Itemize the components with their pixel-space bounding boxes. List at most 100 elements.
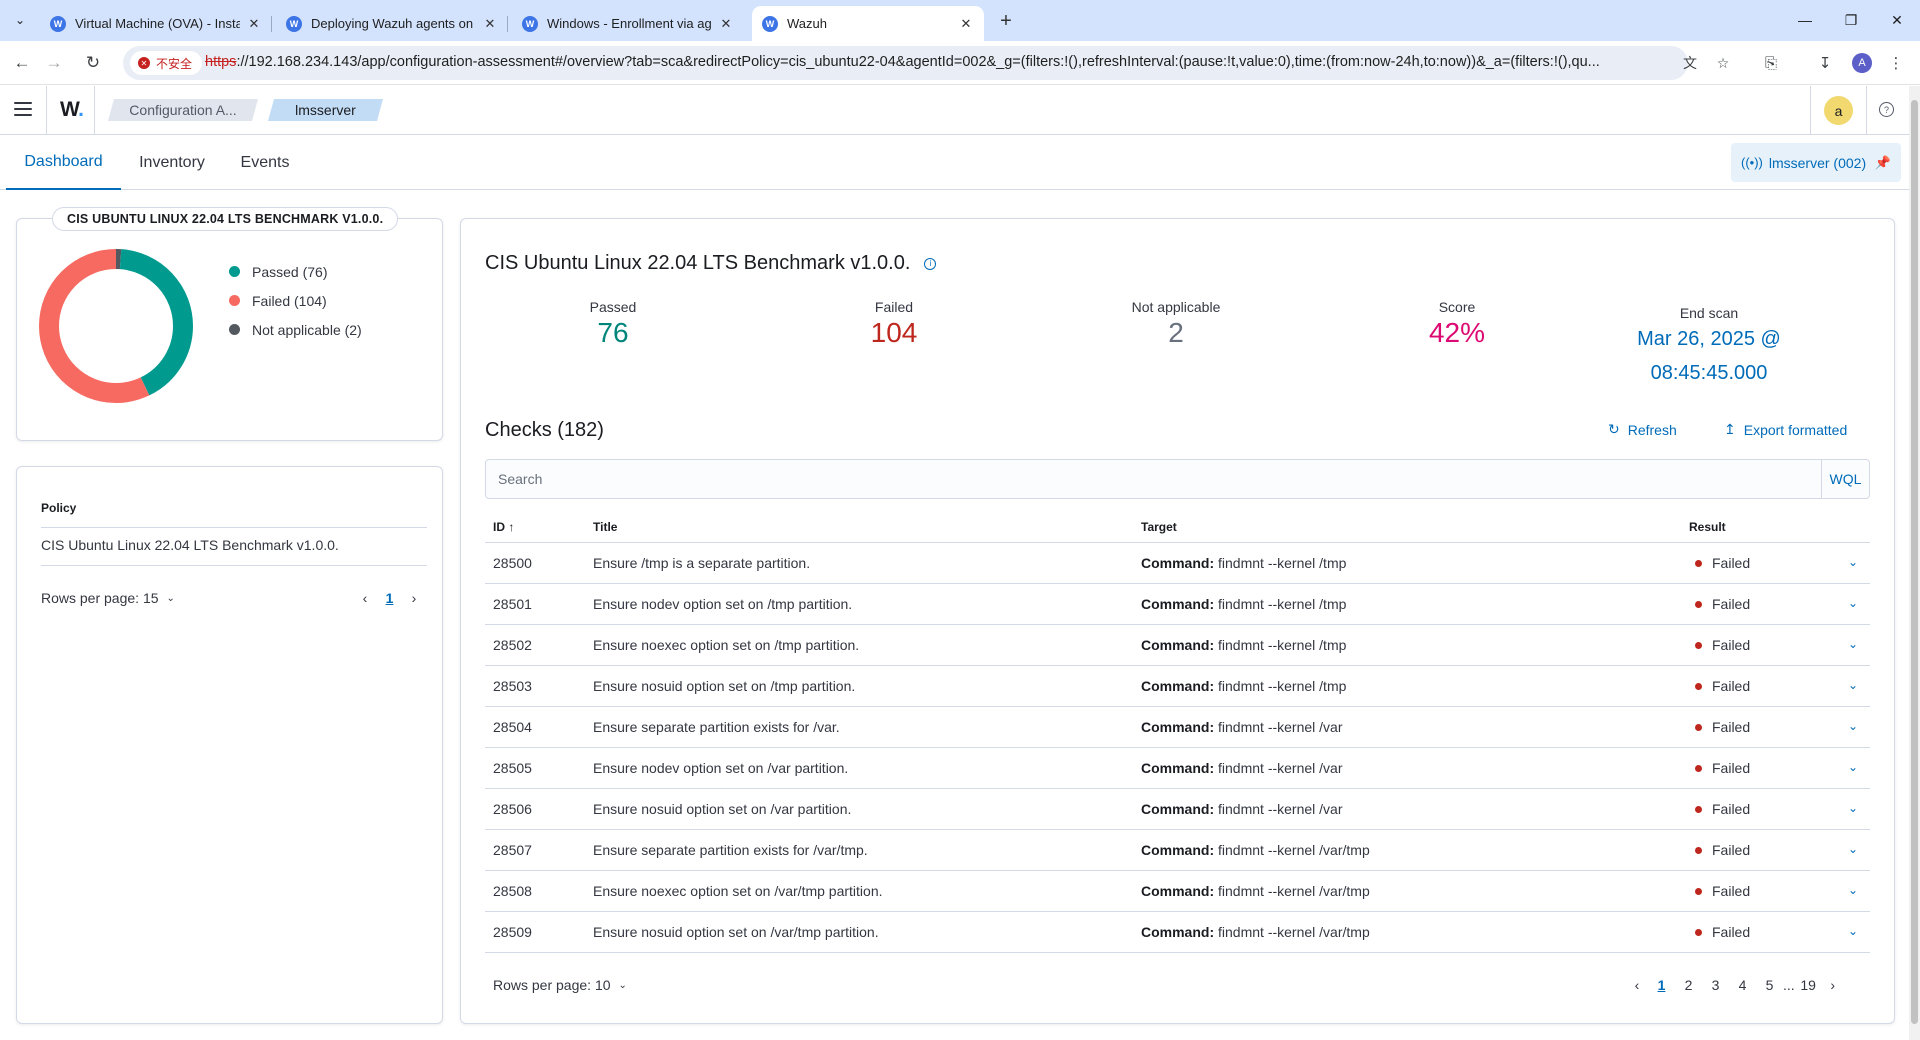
table-row[interactable]: 28503 Ensure nosuid option set on /tmp pa… xyxy=(485,666,1870,707)
browser-tab-3[interactable]: W Windows - Enrollment via ag ✕ xyxy=(512,6,744,41)
help-icon[interactable]: ? xyxy=(1879,102,1894,117)
page-link-5[interactable]: 5 xyxy=(1756,977,1783,993)
page-link-4[interactable]: 4 xyxy=(1729,977,1756,993)
url-text[interactable]: https://192.168.234.143/app/configuratio… xyxy=(205,54,1665,70)
cell-id: 28508 xyxy=(493,883,532,899)
refresh-label: Refresh xyxy=(1627,421,1677,438)
cell-id: 28505 xyxy=(493,760,532,776)
legend-item-failed[interactable]: Failed (104) xyxy=(229,286,362,315)
pin-icon[interactable]: 📌 xyxy=(1875,155,1891,171)
policy-row[interactable]: CIS Ubuntu Linux 22.04 LTS Benchmark v1.… xyxy=(41,537,339,553)
not-secure-badge[interactable]: ✕ 不安全 xyxy=(130,51,203,75)
expand-row-chevron-icon[interactable]: ⌄ xyxy=(1848,678,1858,692)
expand-row-chevron-icon[interactable]: ⌄ xyxy=(1848,842,1858,856)
next-page-icon[interactable]: › xyxy=(1822,977,1844,993)
expand-row-chevron-icon[interactable]: ⌄ xyxy=(1848,596,1858,610)
column-header-title[interactable]: Title xyxy=(593,520,617,534)
column-header-result[interactable]: Result xyxy=(1689,520,1726,534)
browser-tab-1[interactable]: W Virtual Machine (OVA) - Insta ✕ xyxy=(40,6,272,41)
cell-target: Command: findmnt --kernel /var xyxy=(1141,719,1343,735)
browser-tab-4-active[interactable]: W Wazuh ✕ xyxy=(752,6,984,41)
tab-events[interactable]: Events xyxy=(225,135,305,190)
chevron-down-icon: ⌄ xyxy=(166,592,175,604)
bookmark-star-icon[interactable]: ☆ xyxy=(1713,53,1733,73)
antenna-icon: ((•)) xyxy=(1741,155,1763,170)
table-row[interactable]: 28500 Ensure /tmp is a separate partition… xyxy=(485,543,1870,584)
expand-row-chevron-icon[interactable]: ⌄ xyxy=(1848,555,1858,569)
download-icon[interactable]: ↧ xyxy=(1815,53,1835,73)
wql-toggle-button[interactable]: WQL xyxy=(1821,460,1869,498)
minimize-icon[interactable]: — xyxy=(1782,8,1828,32)
tab-search-icon[interactable]: ⌄ xyxy=(6,8,34,32)
table-row[interactable]: 28501 Ensure nodev option set on /tmp par… xyxy=(485,584,1870,625)
tab-inventory[interactable]: Inventory xyxy=(125,135,219,190)
page-1-link[interactable]: 1 xyxy=(376,590,403,606)
cell-id: 28509 xyxy=(493,924,532,940)
expand-row-chevron-icon[interactable]: ⌄ xyxy=(1848,924,1858,938)
page-link-2[interactable]: 2 xyxy=(1675,977,1702,993)
close-tab-icon[interactable]: ✕ xyxy=(482,16,498,32)
close-tab-icon[interactable]: ✕ xyxy=(246,16,262,32)
table-row[interactable]: 28506 Ensure nosuid option set on /var pa… xyxy=(485,789,1870,830)
extensions-icon[interactable]: ⎘ xyxy=(1761,53,1781,73)
table-row[interactable]: 28505 Ensure nodev option set on /var par… xyxy=(485,748,1870,789)
page-link-19[interactable]: 19 xyxy=(1795,977,1822,993)
browser-tab-2[interactable]: W Deploying Wazuh agents on ✕ xyxy=(276,6,508,41)
browser-menu-icon[interactable]: ⋮ xyxy=(1886,53,1906,73)
tab-dashboard[interactable]: Dashboard xyxy=(6,135,121,190)
page-link-3[interactable]: 3 xyxy=(1702,977,1729,993)
expand-row-chevron-icon[interactable]: ⌄ xyxy=(1848,719,1858,733)
wazuh-logo[interactable]: W. xyxy=(60,98,84,122)
expand-row-chevron-icon[interactable]: ⌄ xyxy=(1848,883,1858,897)
table-row[interactable]: 28509 Ensure nosuid option set on /var/tm… xyxy=(485,912,1870,953)
expand-row-chevron-icon[interactable]: ⌄ xyxy=(1848,801,1858,815)
info-icon[interactable]: i xyxy=(924,257,937,270)
policy-column-header[interactable]: Policy xyxy=(41,501,76,515)
stat-failed: Failed 104 xyxy=(794,299,994,349)
table-row[interactable]: 28502 Ensure noexec option set on /tmp pa… xyxy=(485,625,1870,666)
breadcrumb-configuration-assessment[interactable]: Configuration A... xyxy=(108,99,258,121)
back-arrow-icon[interactable]: ← xyxy=(8,49,36,77)
prev-page-icon[interactable]: ‹ xyxy=(1626,977,1648,993)
legend-item-passed[interactable]: Passed (76) xyxy=(229,257,362,286)
table-row[interactable]: 28507 Ensure separate partition exists fo… xyxy=(485,830,1870,871)
target-command: findmnt --kernel /tmp xyxy=(1218,678,1347,694)
page-link-1[interactable]: 1 xyxy=(1648,977,1675,993)
close-window-icon[interactable]: ✕ xyxy=(1874,8,1920,32)
translate-icon[interactable]: 文 xyxy=(1680,53,1700,73)
failed-status-dot xyxy=(1695,641,1702,649)
column-header-id[interactable]: ID ↑ xyxy=(493,520,514,534)
export-formatted-button[interactable]: ↥ Export formatted xyxy=(1724,421,1847,438)
column-header-target[interactable]: Target xyxy=(1141,520,1177,534)
expand-row-chevron-icon[interactable]: ⌄ xyxy=(1848,637,1858,651)
rows-per-page-select[interactable]: Rows per page: 15 ⌄ xyxy=(41,590,175,606)
pinned-agent-pill[interactable]: ((•)) lmsserver (002) 📌 xyxy=(1731,143,1901,182)
forward-arrow-icon[interactable]: → xyxy=(40,49,68,77)
table-row[interactable]: 28508 Ensure noexec option set on /var/tm… xyxy=(485,871,1870,912)
cell-result: Failed xyxy=(1695,801,1750,817)
prev-page-icon[interactable]: ‹ xyxy=(354,590,376,606)
next-page-icon[interactable]: › xyxy=(403,590,425,606)
restore-icon[interactable]: ❐ xyxy=(1828,8,1874,32)
user-avatar[interactable]: a xyxy=(1824,96,1853,125)
cell-target: Command: findmnt --kernel /var/tmp xyxy=(1141,842,1370,858)
cell-title: Ensure noexec option set on /tmp partiti… xyxy=(593,637,860,653)
target-prefix: Command: xyxy=(1141,637,1215,653)
address-bar[interactable]: ✕ 不安全 https://192.168.234.143/app/config… xyxy=(123,46,1729,80)
page-scrollbar[interactable] xyxy=(1909,86,1920,1040)
legend-item-not-applicable[interactable]: Not applicable (2) xyxy=(229,315,362,344)
reload-icon[interactable]: ↻ xyxy=(79,49,107,77)
rows-per-page-select[interactable]: Rows per page: 10 ⌄ xyxy=(493,977,627,993)
stat-score: Score 42% xyxy=(1357,299,1557,349)
refresh-button[interactable]: ↻ Refresh xyxy=(1608,421,1677,438)
expand-row-chevron-icon[interactable]: ⌄ xyxy=(1848,760,1858,774)
close-tab-icon[interactable]: ✕ xyxy=(718,16,734,32)
search-input[interactable] xyxy=(486,460,1821,498)
breadcrumb-agent: lmsserver xyxy=(268,99,383,121)
failed-status-dot xyxy=(1695,600,1702,608)
browser-profile-avatar[interactable]: A xyxy=(1852,53,1872,73)
menu-hamburger-icon[interactable] xyxy=(14,102,32,116)
close-tab-icon[interactable]: ✕ xyxy=(958,16,974,32)
table-row[interactable]: 28504 Ensure separate partition exists fo… xyxy=(485,707,1870,748)
new-tab-plus-icon[interactable]: + xyxy=(992,7,1020,35)
